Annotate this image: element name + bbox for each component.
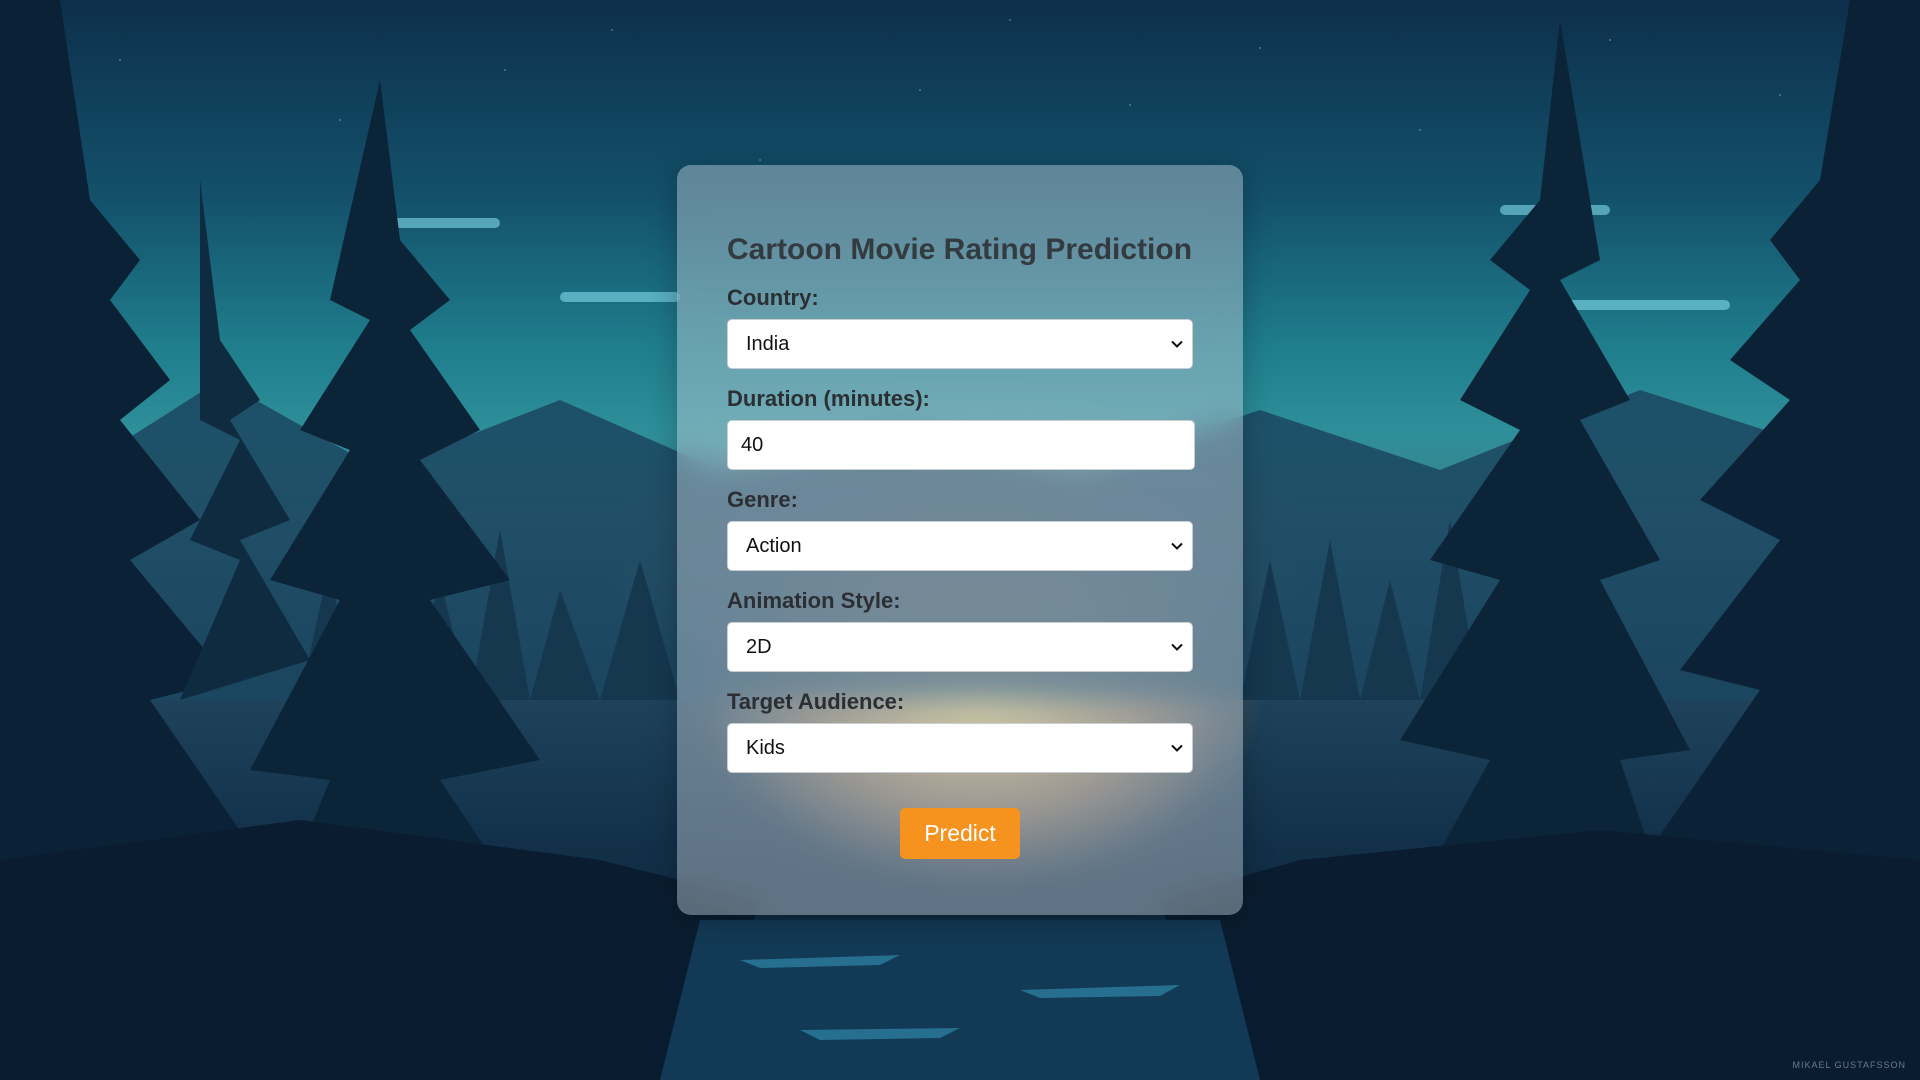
submit-row: Predict [727, 808, 1193, 859]
form-title: Cartoon Movie Rating Prediction [727, 233, 1193, 266]
genre-select-value: Action [746, 534, 802, 557]
duration-input[interactable]: 40 [727, 420, 1195, 470]
predict-button[interactable]: Predict [900, 808, 1020, 859]
country-select-value: India [746, 332, 790, 355]
country-select[interactable]: India [727, 319, 1193, 369]
target-audience-select[interactable]: Kids [727, 723, 1193, 773]
chevron-down-icon [1171, 340, 1183, 348]
chevron-down-icon [1171, 542, 1183, 550]
duration-field: Duration (minutes): 40 [727, 386, 1195, 470]
target-audience-field: Target Audience: Kids [727, 689, 1193, 773]
country-label: Country: [727, 285, 819, 310]
target-audience-label: Target Audience: [727, 689, 905, 714]
duration-input-value: 40 [741, 433, 764, 456]
duration-label: Duration (minutes): [727, 386, 930, 411]
animation-style-field: Animation Style: 2D [727, 588, 1193, 672]
prediction-form-card: Cartoon Movie Rating Prediction Country:… [677, 165, 1243, 915]
genre-field: Genre: Action [727, 487, 1193, 571]
country-field: Country: India [727, 285, 1193, 369]
genre-label: Genre: [727, 487, 798, 512]
artist-credit: MIKAEL GUSTAFSSON [1792, 1060, 1906, 1070]
animation-style-label: Animation Style: [727, 588, 901, 613]
chevron-down-icon [1171, 744, 1183, 752]
animation-style-select-value: 2D [746, 635, 772, 658]
forest-background: Cartoon Movie Rating Prediction Country:… [0, 0, 1920, 1080]
genre-select[interactable]: Action [727, 521, 1193, 571]
chevron-down-icon [1171, 643, 1183, 651]
animation-style-select[interactable]: 2D [727, 622, 1193, 672]
target-audience-select-value: Kids [746, 736, 785, 759]
